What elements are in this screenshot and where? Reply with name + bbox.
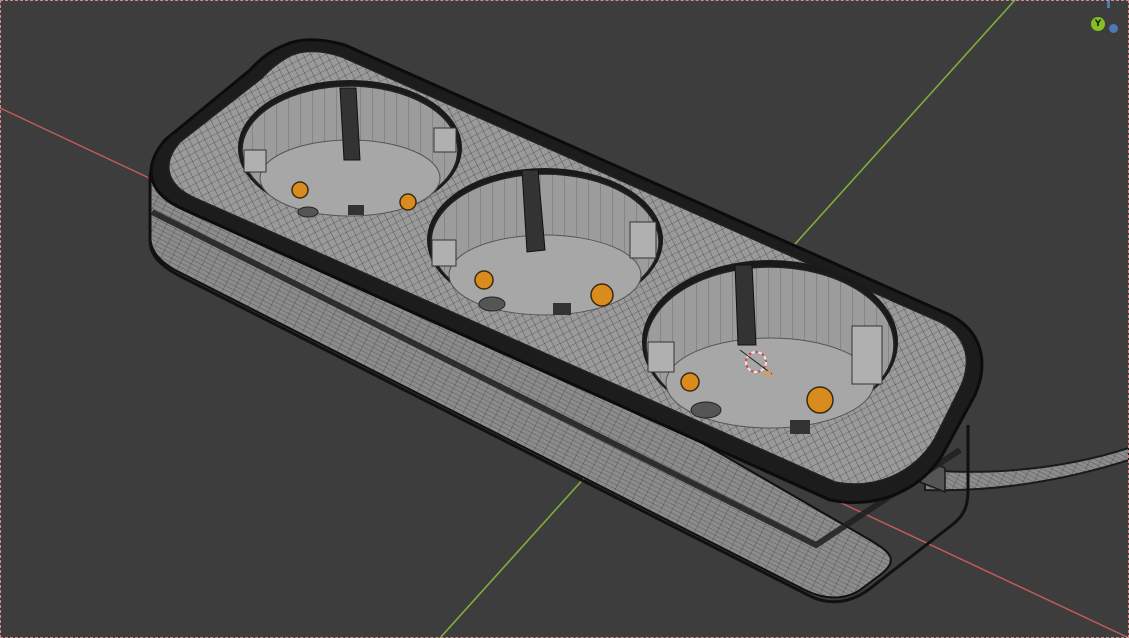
gizmo-z-axis-dot-icon[interactable] xyxy=(1109,24,1118,33)
gizmo-z-axis-icon[interactable] xyxy=(1107,0,1110,8)
socket-3-pin-right xyxy=(806,386,834,414)
socket-3-pin-left xyxy=(680,372,700,392)
socket-1 xyxy=(238,80,462,218)
gizmo-y-axis-icon[interactable]: Y xyxy=(1091,17,1105,31)
socket-2-pin-left xyxy=(474,270,494,290)
socket-1-pin-right xyxy=(399,193,417,211)
socket-2 xyxy=(427,168,663,316)
socket-1-pin-left xyxy=(291,181,309,199)
3d-viewport[interactable]: Y xyxy=(0,0,1129,638)
navigation-gizmo[interactable]: Y xyxy=(1083,0,1123,40)
socket-2-pin-right xyxy=(590,283,614,307)
viewport-scene xyxy=(0,0,1129,638)
